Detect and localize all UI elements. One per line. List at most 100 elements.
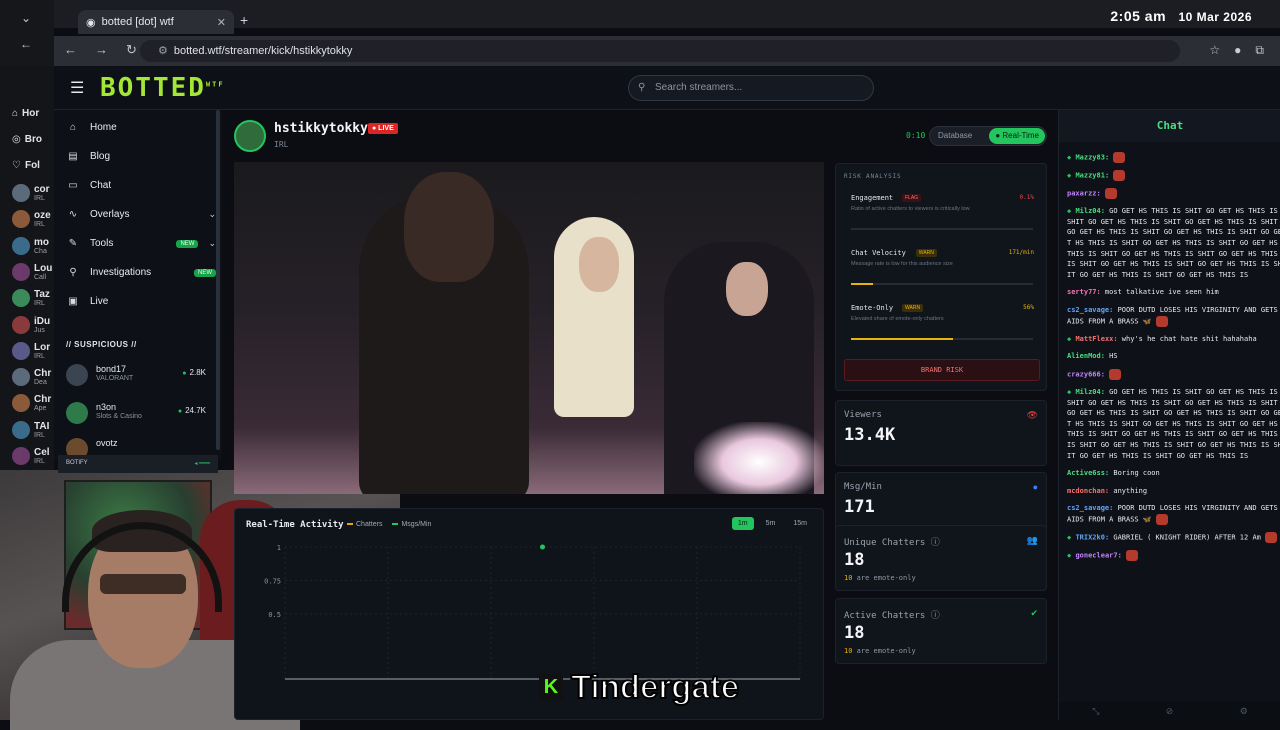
- app-back-icon[interactable]: ←: [6, 32, 46, 56]
- range-15m-button[interactable]: 15m: [787, 517, 813, 530]
- channel-name: oze: [34, 210, 51, 222]
- suspicious-item-bond17[interactable]: bond17 VALORANT 2.8K: [66, 362, 206, 390]
- chat-text: most talkative ive seen him: [1100, 288, 1219, 297]
- kick-nav-browse[interactable]: ◎ Bro: [12, 134, 45, 145]
- nav-overlays[interactable]: ∿ Overlays ⌄: [66, 209, 216, 220]
- range-selector: 1m 5m 15m: [731, 517, 813, 530]
- channel-name: mo: [34, 236, 49, 248]
- database-mode-button[interactable]: Database: [938, 131, 972, 140]
- chat-username[interactable]: AlienMod:: [1067, 352, 1105, 360]
- realtime-mode-button[interactable]: ● Real-Time: [989, 128, 1045, 144]
- kick-nav-following[interactable]: ♡ Fol: [12, 160, 45, 171]
- avatar: [66, 402, 88, 424]
- kick-channel-item[interactable]: iDu Jus: [12, 315, 54, 334]
- bookmark-star-icon[interactable]: ☆: [1209, 43, 1220, 58]
- risk-progress-bar: [851, 283, 1033, 285]
- chat-message: mcdonchan: anything: [1067, 486, 1280, 497]
- url-field[interactable]: ⚙ botted.wtf/streamer/kick/hstikkytokky: [140, 40, 1180, 62]
- window-menu-icon[interactable]: ⌄: [6, 6, 46, 30]
- kick-channel-item[interactable]: LorIRL: [12, 341, 54, 360]
- chat-username[interactable]: Mazzy81:: [1075, 172, 1109, 180]
- chat-username[interactable]: cs2_savage:: [1067, 306, 1113, 314]
- chat-title: Chat: [1059, 110, 1280, 142]
- activity-title: Real-Time Activity: [246, 520, 344, 530]
- activity-icon: ∿: [68, 209, 78, 220]
- reload-icon[interactable]: ↻: [126, 42, 137, 58]
- emote-icon: [1113, 170, 1126, 182]
- kick-channel-item[interactable]: Cel IRL: [12, 447, 54, 465]
- kick-channel-item[interactable]: Chr Ape: [12, 394, 54, 413]
- chat-text: Boring coon: [1109, 469, 1160, 478]
- site-info-icon[interactable]: ⚙: [158, 45, 168, 57]
- collapse-icon[interactable]: ⤡: [1092, 706, 1099, 717]
- chat-username[interactable]: Milz04:: [1075, 207, 1105, 215]
- kick-channel-item[interactable]: oze IRL: [12, 210, 54, 229]
- hide-chat-icon[interactable]: ⊘: [1166, 706, 1174, 717]
- channel-category: IRL: [34, 300, 45, 308]
- nav-live[interactable]: ▣ Live: [66, 296, 216, 307]
- chat-username[interactable]: crazy666:: [1067, 370, 1105, 378]
- avatar: [12, 289, 30, 308]
- nav-investigations[interactable]: ⚲ Investigations NEW: [66, 267, 216, 278]
- kick-channel-item[interactable]: mo Cha: [12, 236, 54, 255]
- chat-username[interactable]: serty77:: [1067, 288, 1101, 296]
- chat-message: crazy666:: [1067, 368, 1280, 380]
- stream-video[interactable]: [234, 162, 824, 494]
- channel-name: cor: [34, 184, 50, 195]
- nav-chat[interactable]: ▭ Chat: [66, 180, 216, 191]
- extensions-puzzle-icon[interactable]: ⧉: [1255, 43, 1264, 58]
- tab-close-icon[interactable]: ✕: [217, 16, 226, 29]
- chat-username[interactable]: paxarzz:: [1067, 190, 1101, 198]
- extension-icon[interactable]: ●: [1234, 43, 1241, 58]
- chat-username[interactable]: mcdonchan:: [1067, 487, 1109, 495]
- stat-label: Viewers: [844, 410, 882, 420]
- risk-analysis-panel: RISK ANALYSIS Engagement FLAG 0.1% Ratio of…: [835, 163, 1047, 391]
- clock-date: 10 Mar 2026: [1178, 10, 1252, 24]
- kick-nav-home[interactable]: ⌂ Hor: [12, 108, 42, 119]
- emote-icon: [1155, 315, 1168, 327]
- kick-channel-item[interactable]: Chr Dea: [12, 368, 54, 387]
- volume-slider-icon[interactable]: ◂ ━━━: [194, 460, 210, 467]
- chat-username[interactable]: Milz04:: [1075, 388, 1105, 396]
- search-icon: ⚲: [69, 267, 77, 278]
- botify-widget[interactable]: BOTIFY ◂ ━━━: [58, 455, 218, 473]
- nav-home[interactable]: ⌂ Home: [66, 122, 216, 133]
- kick-channel-item[interactable]: TAI IRL: [12, 420, 54, 439]
- chat-username[interactable]: TRIX2k0:: [1075, 534, 1109, 542]
- y-tick-label: 1: [277, 544, 281, 552]
- range-1m-button[interactable]: 1m: [731, 517, 754, 530]
- botted-logo[interactable]: BOTTEDWTF: [100, 73, 225, 103]
- suspicious-item-n3on[interactable]: n3on Slots & Casino 24.7K: [66, 400, 206, 428]
- chat-message: ◆ TRIX2k0: GABRIEL ( KNIGHT RIDER) AFTER…: [1067, 532, 1280, 544]
- stat-value: 13.4K: [844, 425, 896, 445]
- search-input[interactable]: ⚲ Search streamers...: [628, 75, 874, 101]
- legend-msgs: Msgs/Min: [392, 521, 431, 528]
- chat-username[interactable]: cs2_savage:: [1067, 504, 1113, 512]
- kick-channel-item[interactable]: cor IRL: [12, 184, 54, 202]
- chat-username[interactable]: Active6ss:: [1067, 469, 1109, 477]
- chat-username[interactable]: MattFlexx:: [1075, 335, 1117, 343]
- range-5m-button[interactable]: 5m: [760, 517, 782, 530]
- chat-message: ◆ Mazzy81:: [1067, 170, 1280, 182]
- settings-icon[interactable]: ⚙: [1240, 706, 1248, 717]
- caption-text: Tindergate: [570, 667, 740, 706]
- channel-category: IRL: [34, 221, 45, 229]
- forward-icon[interactable]: →: [95, 42, 108, 58]
- new-tab-button[interactable]: +: [240, 12, 248, 28]
- avatar: [12, 315, 30, 334]
- kick-channel-item[interactable]: Taz IRL: [12, 289, 54, 308]
- chat-username[interactable]: goneclear7:: [1075, 552, 1121, 560]
- brand-risk-button[interactable]: BRAND RISK: [844, 359, 1040, 381]
- nav-blog[interactable]: ▤ Blog: [66, 151, 216, 162]
- sidebar-scrollbar[interactable]: [216, 110, 220, 450]
- chat-username[interactable]: Mazzy83:: [1075, 154, 1109, 162]
- chat-message: ◆ goneclear7:: [1067, 550, 1280, 562]
- back-icon[interactable]: ←: [64, 42, 77, 58]
- clock-time: 2:05 am: [1110, 8, 1167, 24]
- browser-tab[interactable]: ◉ botted [dot] wtf ✕: [78, 10, 234, 34]
- hamburger-menu-icon[interactable]: ☰: [70, 78, 84, 98]
- kick-channel-item[interactable]: Lou Call: [12, 262, 54, 281]
- chevron-down-icon: ⌄: [208, 209, 216, 219]
- nav-tools[interactable]: ✎ Tools NEW ⌄: [66, 238, 216, 249]
- chat-messages: ◆ Mazzy83: ◆ Mazzy81: paxarzz: ◆ Milz04:…: [1067, 152, 1280, 568]
